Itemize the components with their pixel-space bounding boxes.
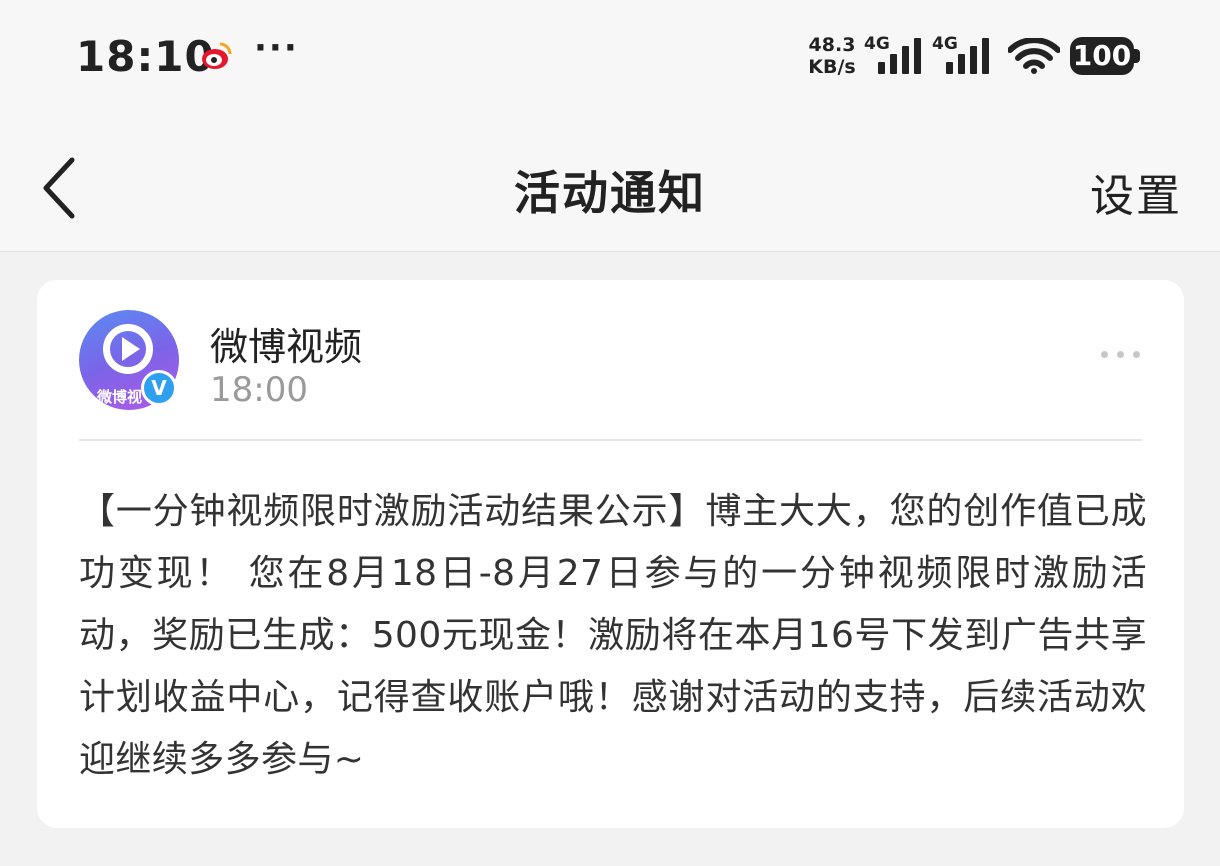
- notification-card[interactable]: 微博视 V 微博视频 18:00 【一分钟视频限时激励活动结果公示】博主大大，您…: [37, 280, 1184, 828]
- signal-icon: 4G: [864, 34, 934, 76]
- status-time: 18:10: [76, 32, 215, 81]
- verified-icon: V: [141, 370, 177, 406]
- header-area: 18:10 ··· 48.3 KB/s 4G 4G 100 活动通知 设置: [0, 0, 1220, 252]
- avatar-brand-text: 微博视: [97, 388, 143, 406]
- signal-icon: 4G: [932, 34, 1002, 76]
- wifi-icon: [1008, 38, 1060, 74]
- more-horizontal-icon[interactable]: [1099, 346, 1143, 362]
- battery-icon: 100: [1070, 37, 1140, 75]
- network-speed: 48.3 KB/s: [806, 34, 858, 78]
- status-more-icon: ···: [254, 28, 299, 68]
- divider: [79, 439, 1142, 441]
- network-speed-unit: KB/s: [808, 56, 856, 78]
- notification-message: 【一分钟视频限时激励活动结果公示】博主大大，您的创作值已成功变现！ 您在8月18…: [79, 491, 1147, 780]
- settings-button[interactable]: 设置: [1090, 160, 1182, 224]
- page-title: 活动通知: [514, 166, 706, 220]
- notification-time: 18:00: [210, 370, 308, 410]
- battery-level: 100: [1072, 39, 1132, 72]
- weibo-icon: [202, 42, 232, 69]
- network-speed-value: 48.3: [808, 34, 856, 56]
- sender-name[interactable]: 微博视频: [210, 316, 362, 371]
